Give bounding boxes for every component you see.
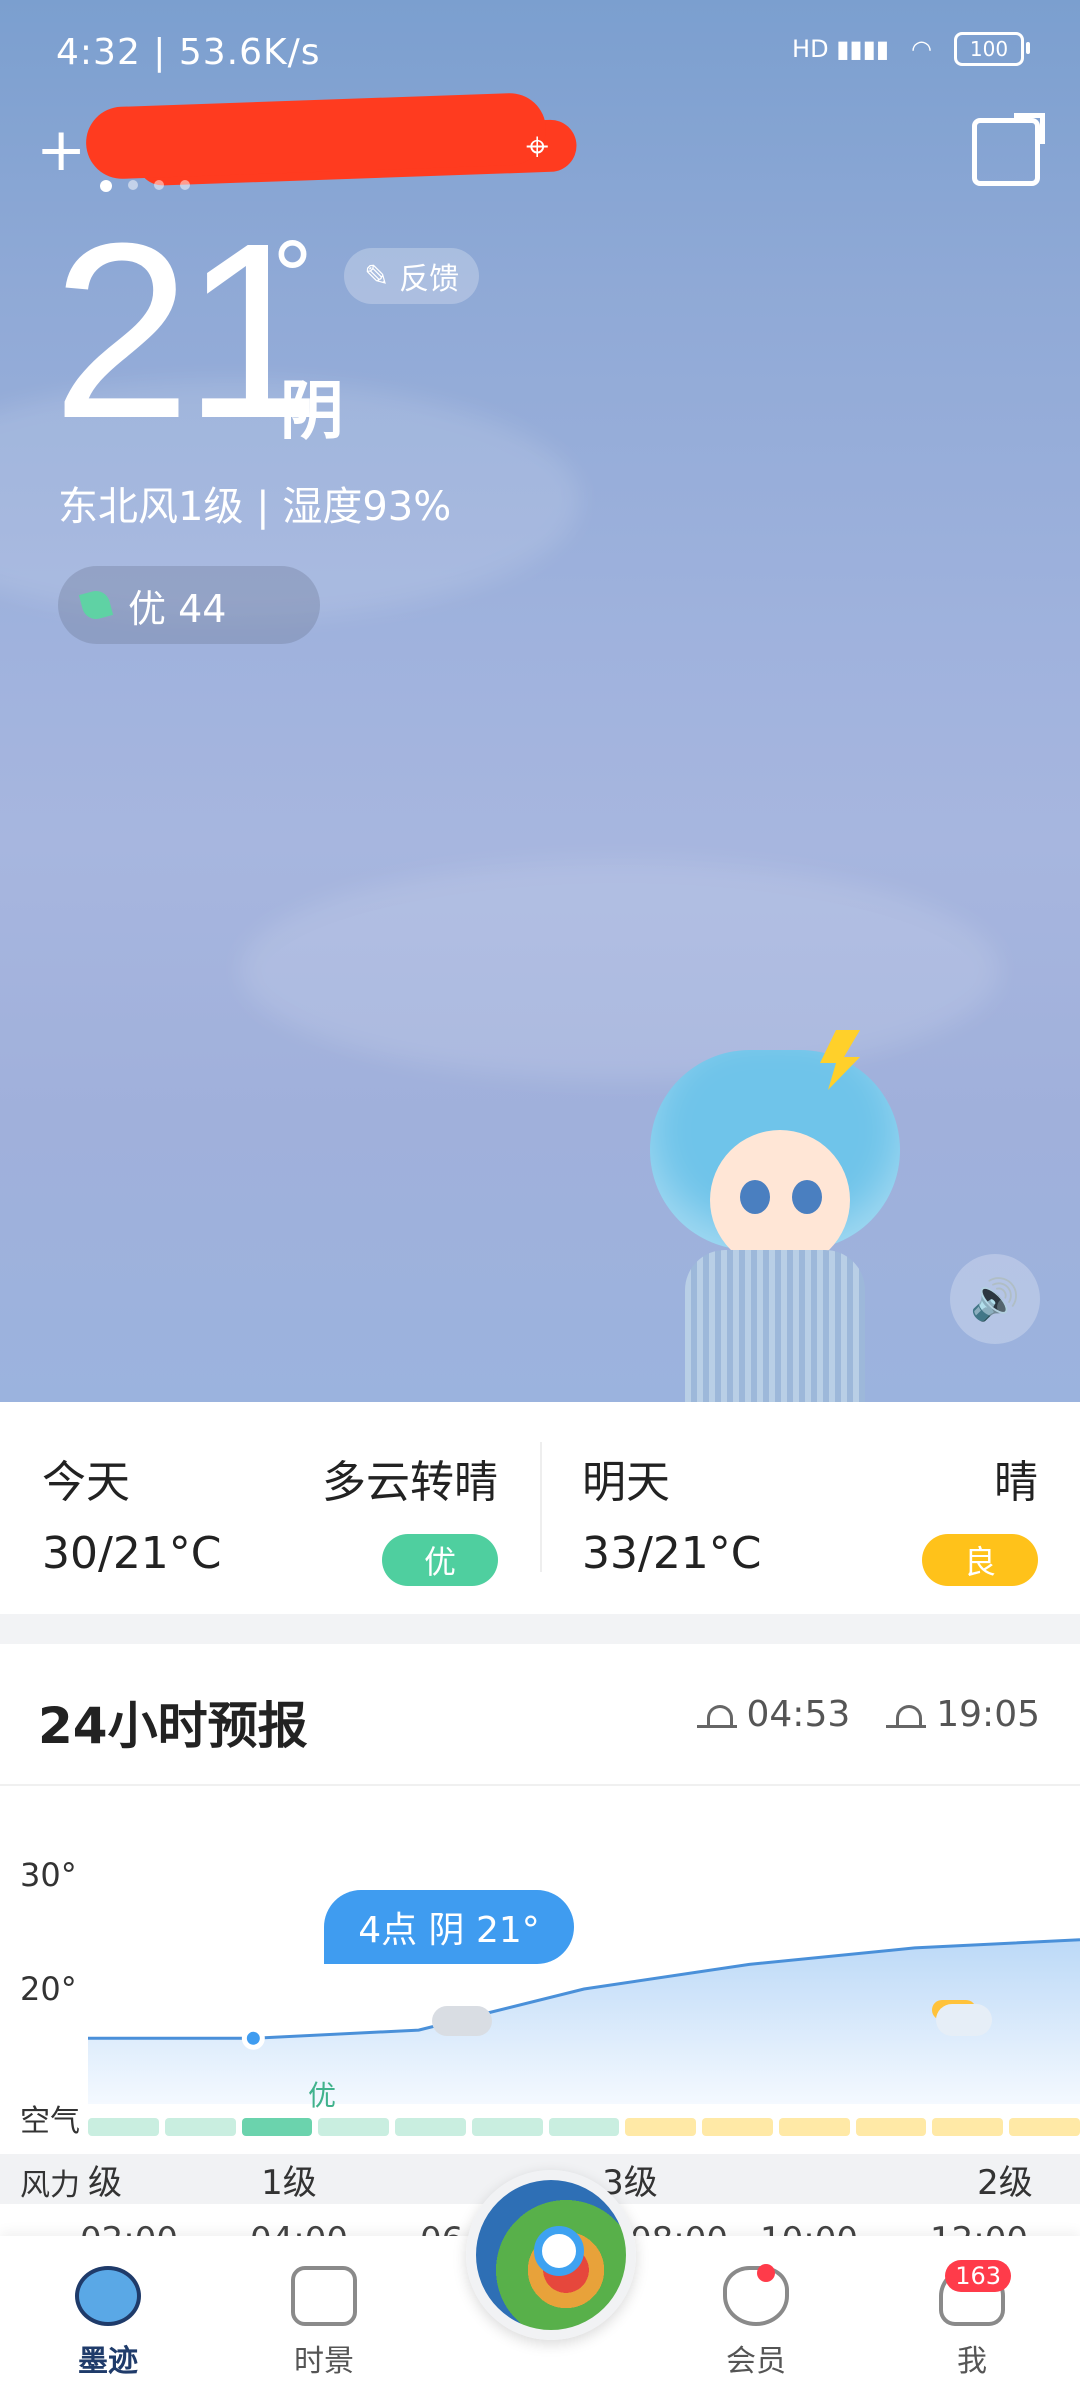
pencil-icon: ✎ xyxy=(364,258,390,294)
character-eye xyxy=(740,1180,770,1214)
nav-me[interactable]: 163 我 xyxy=(902,2260,1042,2380)
battery-icon: 100 xyxy=(954,32,1030,66)
feedback-label: 反馈 xyxy=(399,262,460,297)
tomorrow-temps: 33/21°C xyxy=(582,1528,762,1579)
sunrise: 04:53 xyxy=(696,1694,851,1735)
aqi-pill[interactable]: 优 44 xyxy=(58,566,320,644)
section-gap xyxy=(0,1614,1080,1644)
page-dot xyxy=(180,180,190,190)
location-redacted xyxy=(84,91,548,181)
y-label-low: 20° xyxy=(20,1970,77,2008)
aqi-bar xyxy=(318,2118,390,2136)
tomorrow-weather: 晴 xyxy=(994,1457,1038,1508)
aqi-bar xyxy=(395,2118,466,2136)
character-body xyxy=(685,1250,865,1402)
aqi-bars xyxy=(88,2118,1080,2136)
today-card[interactable]: 今天 多云转晴 30/21°C 优 xyxy=(0,1402,540,1614)
sunrise-icon xyxy=(696,1701,737,1728)
character-eye xyxy=(792,1180,822,1214)
today-temps: 30/21°C xyxy=(42,1528,222,1579)
radar-center-icon xyxy=(534,2226,584,2276)
wind-level: 2级 xyxy=(977,2162,1033,2203)
chart-point-selected[interactable] xyxy=(241,2026,265,2050)
chart-area xyxy=(88,1939,1080,2104)
nav-scenes[interactable]: 时景 xyxy=(254,2266,394,2380)
aqi-bar xyxy=(702,2118,773,2136)
vip-icon xyxy=(723,2264,789,2326)
page-dot xyxy=(128,180,138,190)
nav-label: 时景 xyxy=(294,2344,354,2379)
aqi-text: 优 44 xyxy=(128,586,227,631)
aqi-bar xyxy=(855,2118,927,2136)
aqi-bar xyxy=(471,2118,543,2136)
status-bar: 4:32 | 53.6K/s HD ▮▮▮▮ ◠ 100 xyxy=(0,0,1080,110)
wind-level: 级 xyxy=(88,2162,122,2203)
leaf-icon xyxy=(78,587,114,623)
nav-vip[interactable]: 会员 xyxy=(686,2264,826,2380)
forecast-title: 24小时预报 xyxy=(38,1697,308,1755)
profile-icon: 163 xyxy=(939,2260,1011,2326)
weather-hero: 4:32 | 53.6K/s HD ▮▮▮▮ ◠ 100 + ⌖ 21 ° 阴 … xyxy=(0,0,1080,1402)
nav-label: 会员 xyxy=(726,2344,786,2379)
sunset: 19:05 xyxy=(886,1694,1040,1735)
sunset-time: 19:05 xyxy=(936,1694,1040,1735)
chart-tooltip: 4点 阴 21° xyxy=(324,1890,574,1964)
status-time: 4:32 | 53.6K/s xyxy=(56,32,321,73)
wind-level: 1级 xyxy=(261,2162,317,2203)
notification-dot xyxy=(757,2264,775,2282)
tomorrow-label: 明天 xyxy=(582,1457,670,1508)
network-type: HD xyxy=(792,35,829,63)
aqi-bar xyxy=(241,2118,313,2136)
y-label-high: 30° xyxy=(20,1856,77,1894)
nav-label: 墨迹 xyxy=(78,2344,138,2379)
speaker-button[interactable]: 🔊 xyxy=(950,1254,1040,1344)
sunrise-time: 04:53 xyxy=(746,1694,851,1735)
nav-moji[interactable]: 墨迹 xyxy=(38,2266,178,2380)
aqi-bar xyxy=(778,2118,850,2136)
today-label: 今天 xyxy=(42,1457,130,1508)
feedback-button[interactable]: ✎ 反馈 xyxy=(344,248,480,304)
air-row-label: 空气 xyxy=(20,2104,80,2139)
today-weather: 多云转晴 xyxy=(322,1457,498,1508)
location-pin-icon: ⌖ xyxy=(526,124,549,170)
aqi-bar xyxy=(164,2118,236,2136)
sun-times: 04:53 19:05 xyxy=(696,1694,1040,1735)
tomorrow-aqi-badge: 良 xyxy=(922,1534,1038,1586)
aqi-bar xyxy=(932,2118,1004,2136)
notification-badge: 163 xyxy=(945,2260,1011,2292)
wind-level: 3级 xyxy=(602,2162,658,2203)
wind-row-label: 风力 xyxy=(20,2168,80,2203)
sunny-cloud-icon xyxy=(936,2004,992,2036)
radar-map-button[interactable] xyxy=(466,2170,636,2340)
aqi-bar xyxy=(1009,2118,1080,2136)
status-icons: HD ▮▮▮▮ ◠ 100 xyxy=(792,32,1030,66)
cloud-icon xyxy=(432,2006,492,2036)
signal-icon: HD ▮▮▮▮ xyxy=(792,35,890,63)
aqi-bar xyxy=(625,2118,697,2136)
weather-character[interactable] xyxy=(640,1030,910,1402)
aqi-bar xyxy=(548,2118,620,2136)
moji-logo-icon xyxy=(75,2266,141,2326)
tomorrow-card[interactable]: 明天 晴 33/21°C 良 xyxy=(540,1402,1080,1614)
nav-label: 我 xyxy=(957,2344,987,2379)
today-aqi-badge: 优 xyxy=(382,1534,498,1586)
wind-humidity: 东北风1级 | 湿度93% xyxy=(58,484,452,530)
add-city-button[interactable]: + xyxy=(36,120,86,180)
wifi-icon: ◠ xyxy=(911,35,932,63)
daily-summary: 今天 多云转晴 30/21°C 优 明天 晴 33/21°C 良 xyxy=(0,1402,1080,1614)
aqi-hour-label: 优 xyxy=(308,2079,337,2112)
share-button[interactable] xyxy=(972,113,1045,186)
speaker-icon: 🔊 xyxy=(970,1276,1020,1323)
page-dot xyxy=(154,180,164,190)
sunset-icon xyxy=(886,1701,927,1728)
current-condition: 阴 xyxy=(280,375,344,449)
battery-level: 100 xyxy=(969,37,1009,61)
photo-icon xyxy=(291,2266,357,2326)
character-face xyxy=(710,1130,850,1270)
forecast-separator xyxy=(0,1784,1080,1786)
aqi-bar xyxy=(88,2118,159,2136)
degree-symbol: ° xyxy=(270,224,315,329)
temperature-chart[interactable] xyxy=(88,1874,1080,2104)
